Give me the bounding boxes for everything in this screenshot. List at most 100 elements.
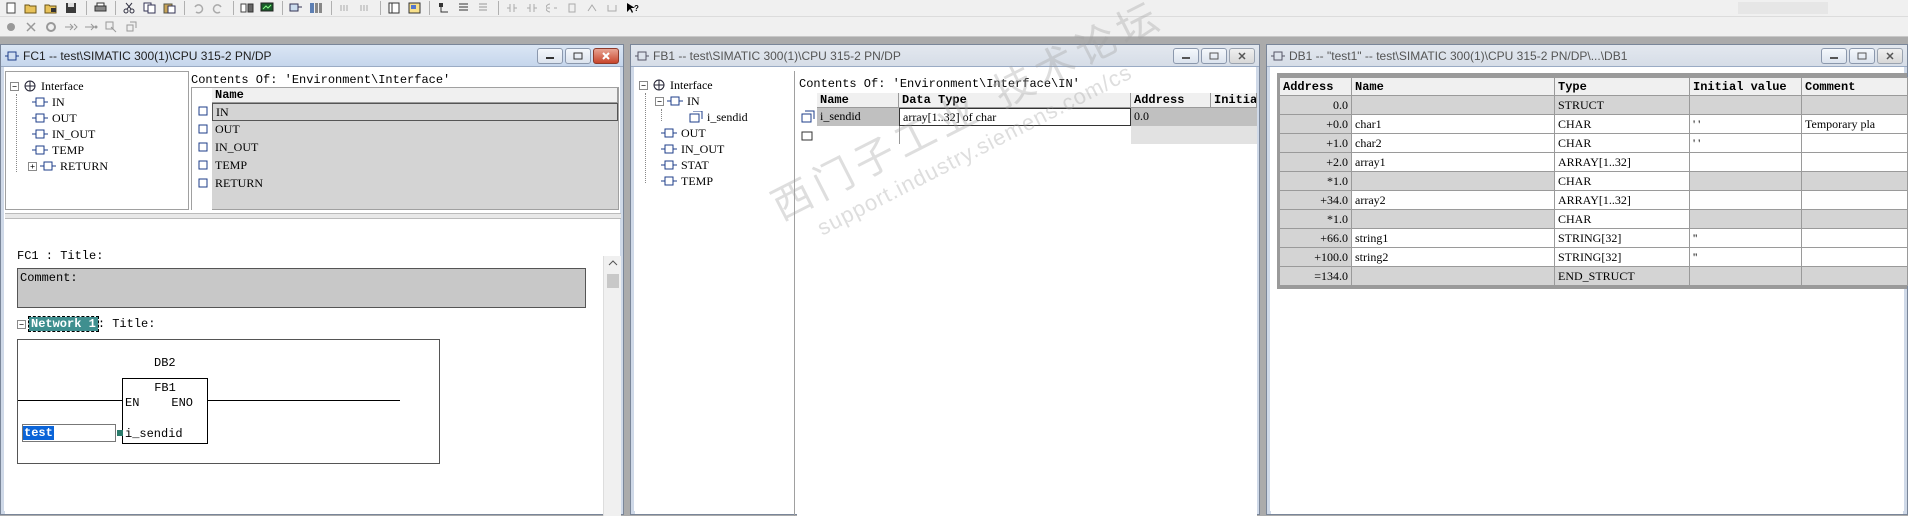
open-online-icon[interactable] <box>42 1 60 15</box>
tree-item-temp[interactable]: TEMP <box>661 173 713 189</box>
tree-item-in-out[interactable]: IN_OUT <box>32 126 95 142</box>
table-row[interactable]: *1.0 CHAR <box>1279 171 1908 191</box>
minimize-button[interactable] <box>1173 48 1199 64</box>
parameter-icon <box>661 160 677 170</box>
help-cursor-icon[interactable]: ? <box>623 1 641 15</box>
toolbar-combo[interactable] <box>1738 2 1828 14</box>
maximize-button[interactable] <box>1201 48 1227 64</box>
fc1-window: FC1 -- test\SIMATIC 300(1)\CPU 315-2 PN/… <box>0 44 624 516</box>
paste-icon[interactable] <box>160 1 178 15</box>
fb1-title-bar[interactable]: FB1 -- test\SIMATIC 300(1)\CPU 315-2 PN/… <box>631 45 1259 67</box>
parameter-input[interactable]: test <box>22 424 116 442</box>
contents-row-temp[interactable]: TEMP <box>212 157 618 173</box>
fbd-icon[interactable] <box>336 1 354 15</box>
scroll-up-icon[interactable] <box>604 256 622 270</box>
contents-row-return[interactable]: RETURN <box>212 175 618 191</box>
tree-item-i-sendid[interactable]: i_sendid <box>687 109 748 125</box>
tree-item-out[interactable]: OUT <box>661 125 706 141</box>
tree-item-temp[interactable]: TEMP <box>32 142 84 158</box>
tree-item-in-out[interactable]: IN_OUT <box>661 141 724 157</box>
detail-icon[interactable] <box>405 1 423 15</box>
declaration-row[interactable]: i_sendid array[1..32] of char 0.0 <box>797 108 1257 126</box>
minimize-button[interactable] <box>537 48 563 64</box>
close-button[interactable] <box>1229 48 1255 64</box>
tree-root-interface[interactable]: − Interface <box>10 78 84 94</box>
table-row[interactable]: +34.0 array2 ARRAY[1..32] <box>1279 190 1908 210</box>
coil-icon[interactable] <box>523 1 541 15</box>
cut-icon[interactable] <box>120 1 138 15</box>
open-icon[interactable] <box>22 1 40 15</box>
network-icon[interactable] <box>287 1 305 15</box>
db1-title-bar[interactable]: DB1 -- "test1" -- test\SIMATIC 300(1)\CP… <box>1267 45 1907 67</box>
stl-icon[interactable] <box>474 1 492 15</box>
scroll-thumb[interactable] <box>607 274 619 288</box>
branch-icon[interactable] <box>543 1 561 15</box>
insert-network-icon[interactable] <box>42 20 60 34</box>
close-button[interactable] <box>1877 48 1903 64</box>
fb1-box[interactable]: FB1 EN ENO i_sendid <box>122 378 208 444</box>
new-row-icon[interactable] <box>800 130 816 142</box>
collapse-icon[interactable]: − <box>17 319 26 329</box>
table-row[interactable]: +66.0 string1 STRING[32] '' <box>1279 228 1908 248</box>
minimize-button[interactable] <box>1821 48 1847 64</box>
contents-row-in-out[interactable]: IN_OUT <box>212 139 618 155</box>
box-icon[interactable] <box>563 1 581 15</box>
vertical-scrollbar[interactable] <box>603 256 621 516</box>
contents-title: Contents Of: 'Environment\Interface\IN' <box>799 77 1080 91</box>
table-row[interactable]: +100.0 string2 STRING[32] '' <box>1279 247 1908 267</box>
fc1-title-bar[interactable]: FC1 -- test\SIMATIC 300(1)\CPU 315-2 PN/… <box>1 45 623 67</box>
open-branch-icon[interactable] <box>583 1 601 15</box>
table-row[interactable]: +0.0 char1 CHAR ' ' Temporary pla <box>1279 114 1908 134</box>
contents-row-in[interactable]: IN <box>212 103 618 121</box>
comment-box[interactable]: Comment: <box>17 268 586 308</box>
contents-row-out[interactable]: OUT <box>212 121 618 137</box>
table-row[interactable]: 0.0 STRUCT <box>1279 95 1908 115</box>
collapse-icon[interactable]: − <box>639 80 648 90</box>
cell-data-type[interactable]: array[1..32] of char <box>899 108 1131 126</box>
tree-root-interface[interactable]: − Interface <box>639 77 713 93</box>
lad-icon[interactable] <box>356 1 374 15</box>
column-name: Name <box>817 93 899 108</box>
tree-item-stat[interactable]: STAT <box>661 157 709 173</box>
contact-icon[interactable] <box>503 1 521 15</box>
plc-icon[interactable] <box>307 1 325 15</box>
tree-item-out[interactable]: OUT <box>32 110 77 126</box>
tree-item-in[interactable]: − IN <box>655 93 700 109</box>
cut-row-icon[interactable] <box>22 20 40 34</box>
new-icon[interactable] <box>2 1 20 15</box>
parameter-icon <box>32 145 48 155</box>
close-branch-icon[interactable] <box>603 1 621 15</box>
block-icon[interactable] <box>122 20 140 34</box>
copy-network-icon[interactable] <box>102 20 120 34</box>
copy-icon[interactable] <box>140 1 158 15</box>
tree-item-return[interactable]: + RETURN <box>28 158 108 174</box>
monitor-icon[interactable] <box>258 1 276 15</box>
print-icon[interactable] <box>91 1 109 15</box>
download-icon[interactable] <box>238 1 256 15</box>
compare-icon[interactable] <box>454 1 472 15</box>
maximize-button[interactable] <box>565 48 591 64</box>
tree-item-in[interactable]: IN <box>32 94 65 110</box>
table-row[interactable]: +2.0 array1 ARRAY[1..32] <box>1279 152 1908 172</box>
table-row[interactable]: *1.0 CHAR <box>1279 209 1908 229</box>
maximize-button[interactable] <box>1849 48 1875 64</box>
table-row[interactable]: =134.0 END_STRUCT <box>1279 266 1908 286</box>
undo-icon[interactable] <box>189 1 207 15</box>
redo-icon[interactable] <box>209 1 227 15</box>
jump-icon[interactable] <box>62 20 80 34</box>
collapse-icon[interactable]: − <box>10 81 19 91</box>
module-icon[interactable] <box>434 1 452 15</box>
cell-name[interactable]: i_sendid <box>817 108 899 126</box>
network-label[interactable]: Network 1 <box>28 316 99 332</box>
close-button[interactable] <box>593 48 619 64</box>
collapse-icon[interactable]: − <box>655 96 664 106</box>
column-address: Address <box>1279 77 1352 96</box>
link-icon[interactable] <box>82 20 100 34</box>
stop-icon[interactable] <box>2 20 20 34</box>
expand-icon[interactable]: + <box>28 161 37 171</box>
save-icon[interactable] <box>62 1 80 15</box>
pane-splitter[interactable] <box>5 213 621 219</box>
table-row[interactable]: +1.0 char2 CHAR ' ' <box>1279 133 1908 153</box>
maximize-icon <box>573 52 583 60</box>
overview-icon[interactable] <box>385 1 403 15</box>
